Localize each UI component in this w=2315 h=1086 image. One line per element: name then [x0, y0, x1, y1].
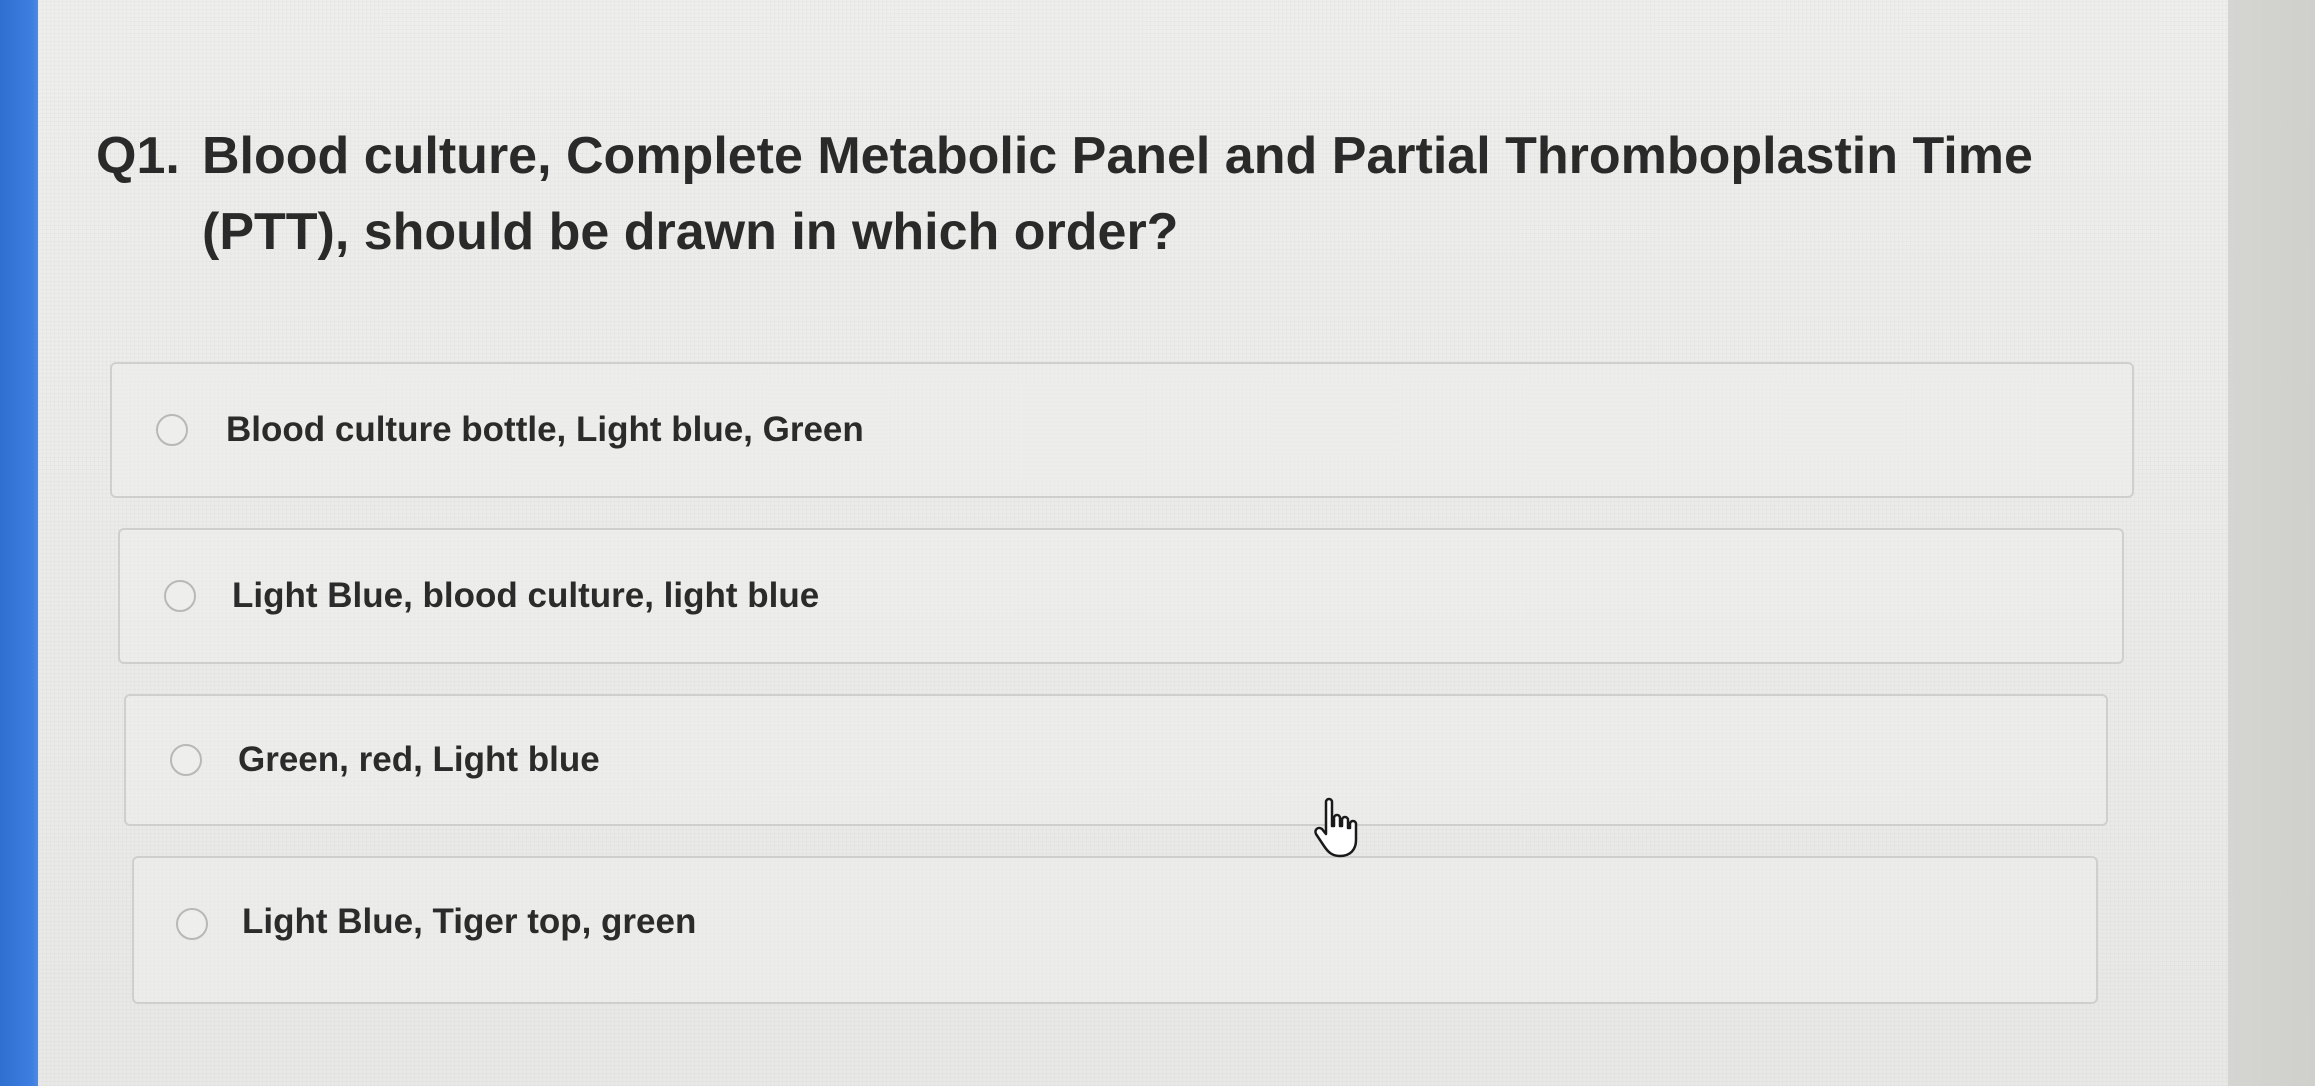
- radio-button-icon[interactable]: [164, 580, 196, 612]
- answer-option-4[interactable]: Light Blue, Tiger top, green: [132, 856, 2098, 1004]
- question-heading: Q1. Blood culture, Complete Metabolic Pa…: [96, 118, 2096, 270]
- hand-pointer-icon: [1314, 797, 1358, 858]
- answer-option-label: Green, red, Light blue: [238, 740, 600, 779]
- answer-option-label: Light Blue, blood culture, light blue: [232, 576, 820, 615]
- radio-button-icon[interactable]: [170, 744, 202, 776]
- answer-option-3[interactable]: Green, red, Light blue: [124, 694, 2108, 826]
- radio-button-icon[interactable]: [176, 908, 208, 940]
- question-text: Blood culture, Complete Metabolic Panel …: [202, 127, 2033, 261]
- question-number: Q1.: [96, 127, 180, 185]
- answer-option-2[interactable]: Light Blue, blood culture, light blue: [118, 528, 2124, 664]
- answer-option-label: Light Blue, Tiger top, green: [242, 902, 697, 941]
- right-screen-edge: [2228, 0, 2315, 1086]
- answer-option-1[interactable]: Blood culture bottle, Light blue, Green: [110, 362, 2134, 498]
- radio-button-icon[interactable]: [156, 414, 188, 446]
- answer-option-label: Blood culture bottle, Light blue, Green: [226, 410, 864, 449]
